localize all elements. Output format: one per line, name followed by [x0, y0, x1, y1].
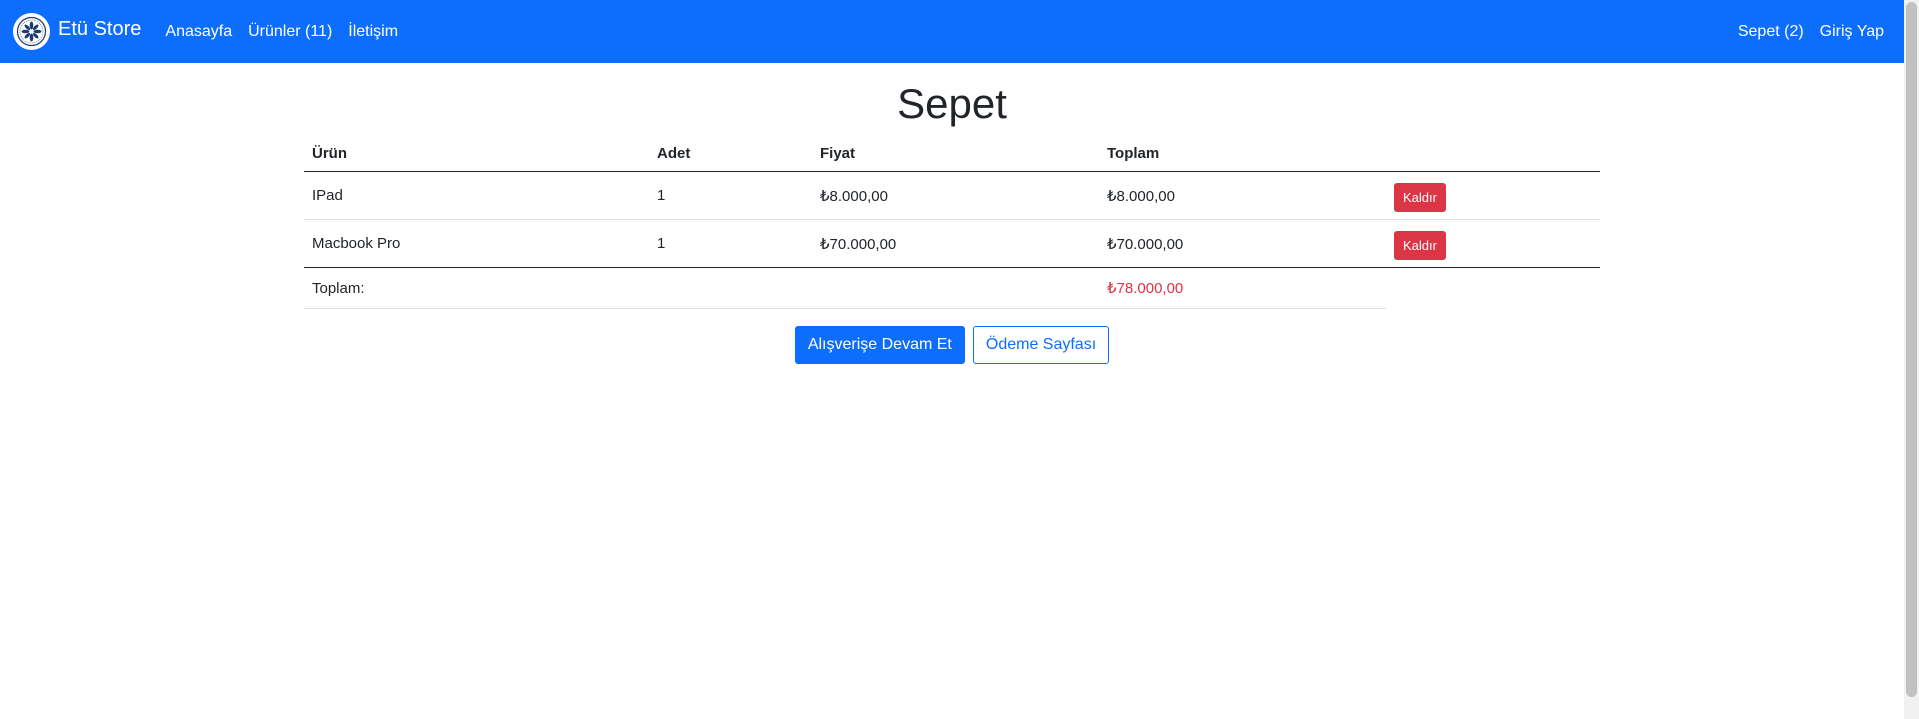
cell-quantity: 1: [649, 171, 812, 220]
checkout-button[interactable]: Ödeme Sayfası: [972, 326, 1110, 364]
logo-icon: [13, 13, 50, 50]
footer-empty: [649, 267, 812, 309]
header-actions: [1386, 135, 1600, 172]
brand-name: Etü Store: [58, 18, 142, 40]
page-title: Sepet: [897, 80, 1007, 127]
nav-link-home[interactable]: Anasayfa: [165, 23, 232, 41]
cell-actions: Kaldır: [1386, 171, 1600, 220]
cell-quantity: 1: [649, 219, 812, 268]
cell-price: ₺70.000,00: [812, 219, 1099, 268]
nav-link-contact[interactable]: İletişim: [348, 23, 398, 41]
vertical-scrollbar[interactable]: [1904, 0, 1919, 719]
table-footer-row: Toplam: ₺78.000,00: [304, 267, 1600, 309]
nav-link-products[interactable]: Ürünler (11): [248, 23, 332, 41]
grand-total: ₺78.000,00: [1099, 267, 1386, 309]
header-quantity: Adet: [649, 135, 812, 172]
remove-button[interactable]: Kaldır: [1394, 231, 1446, 260]
cart-actions: Alışverişe Devam Et Ödeme Sayfası: [304, 326, 1600, 364]
cell-total: ₺70.000,00: [1099, 219, 1386, 268]
cell-product: IPad: [304, 171, 649, 220]
remove-button[interactable]: Kaldır: [1394, 183, 1446, 212]
page: Etü Store Anasayfa Ürünler (11) İletişim…: [0, 0, 1919, 719]
nav-link-login[interactable]: Giriş Yap: [1820, 23, 1884, 41]
header-price: Fiyat: [812, 135, 1099, 172]
nav-link-cart[interactable]: Sepet (2): [1738, 23, 1804, 41]
brand-link[interactable]: Etü Store: [13, 13, 141, 50]
cell-product: Macbook Pro: [304, 219, 649, 268]
footer-empty: [812, 267, 1099, 309]
nav-links: Anasayfa Ürünler (11) İletişim: [165, 23, 414, 41]
header-total: Toplam: [1099, 135, 1386, 172]
nav-right: Sepet (2) Giriş Yap: [1722, 23, 1884, 41]
cell-price: ₺8.000,00: [812, 171, 1099, 220]
table-row: IPad 1 ₺8.000,00 ₺8.000,00 Kaldır: [304, 171, 1600, 220]
footer-empty: [1386, 268, 1600, 309]
continue-shopping-button[interactable]: Alışverişe Devam Et: [794, 326, 965, 364]
table-header-row: Ürün Adet Fiyat Toplam: [304, 135, 1600, 172]
main-content: Sepet Ürün Adet Fiyat Toplam IPad 1 ₺8.0…: [304, 63, 1600, 364]
navbar: Etü Store Anasayfa Ürünler (11) İletişim…: [0, 0, 1904, 63]
cell-total: ₺8.000,00: [1099, 171, 1386, 220]
header-product: Ürün: [304, 135, 649, 172]
footer-label: Toplam:: [304, 267, 649, 309]
scrollbar-thumb[interactable]: [1906, 2, 1917, 697]
table-row: Macbook Pro 1 ₺70.000,00 ₺70.000,00 Kald…: [304, 219, 1600, 268]
cart-table: Ürün Adet Fiyat Toplam IPad 1 ₺8.000,00 …: [304, 135, 1600, 309]
cell-actions: Kaldır: [1386, 219, 1600, 268]
